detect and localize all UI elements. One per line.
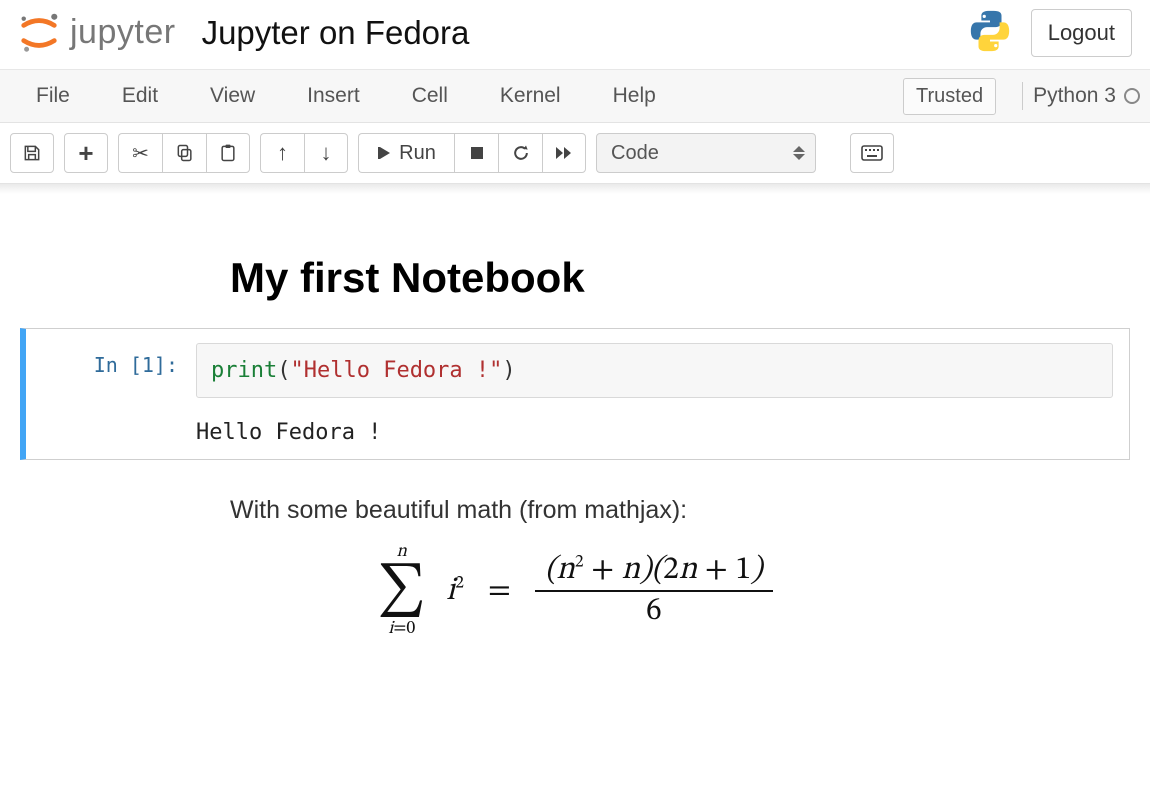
arrow-up-icon: ↑ [277, 140, 288, 166]
jupyter-icon [18, 12, 60, 54]
cut-button[interactable]: ✂ [118, 133, 162, 173]
scissors-icon: ✂ [132, 141, 149, 166]
run-button[interactable]: Run [358, 133, 454, 173]
code-token-fn: print [211, 358, 277, 383]
save-icon [22, 143, 42, 163]
menu-kernel[interactable]: Kernel [474, 74, 587, 118]
cut-copy-paste-group: ✂ [118, 133, 250, 173]
toolbar: + ✂ ↑ ↓ Run [0, 123, 1150, 184]
trusted-indicator[interactable]: Trusted [903, 78, 996, 115]
copy-icon [175, 143, 195, 163]
run-label: Run [399, 142, 436, 165]
paste-button[interactable] [206, 133, 250, 173]
jupyter-logo[interactable]: jupyter [18, 12, 176, 54]
sum-lower: i=0 [388, 620, 415, 640]
fast-forward-icon [554, 145, 574, 161]
command-palette-button[interactable] [850, 133, 894, 173]
notebook-title[interactable]: Jupyter on Fedora [202, 14, 470, 52]
plus-icon: + [78, 138, 93, 169]
stop-icon [469, 145, 485, 161]
keyboard-icon [861, 145, 883, 161]
menu-edit[interactable]: Edit [96, 74, 184, 118]
menu-insert[interactable]: Insert [281, 74, 386, 118]
jupyter-brand-text: jupyter [70, 13, 176, 52]
code-cell[interactable]: In [1]: print("Hello Fedora !") Hello Fe… [20, 328, 1130, 460]
copy-button[interactable] [162, 133, 206, 173]
restart-button[interactable] [498, 133, 542, 173]
restart-icon [511, 143, 531, 163]
code-token-close: ) [502, 358, 515, 383]
markdown-text[interactable]: With some beautiful math (from mathjax): [230, 496, 1130, 525]
header: jupyter Jupyter on Fedora Logout [0, 0, 1150, 70]
cell-output: Hello Fedora ! [196, 420, 1113, 445]
code-input[interactable]: print("Hello Fedora !") [196, 343, 1113, 398]
logout-button[interactable]: Logout [1031, 9, 1132, 57]
sigma-icon: ∑ [377, 563, 426, 620]
menubar: File Edit View Insert Cell Kernel Help T… [0, 70, 1150, 123]
arrow-down-icon: ↓ [321, 140, 332, 166]
move-group: ↑ ↓ [260, 133, 348, 173]
divider [1022, 82, 1023, 110]
kernel-status-idle-icon [1124, 88, 1140, 104]
markdown-heading[interactable]: My first Notebook [230, 254, 1130, 302]
cell-type-select[interactable]: Code [596, 133, 816, 173]
python-icon [967, 8, 1013, 57]
fraction: (n2 + n)(2n + 1) 6 [535, 551, 773, 631]
save-button[interactable] [10, 133, 54, 173]
code-token-open: ( [277, 358, 290, 383]
insert-cell-button[interactable]: + [64, 133, 108, 173]
math-display: n ∑ i=0 i2 = (n2 + n)(2n + 1) 6 [20, 543, 1130, 640]
menu-view[interactable]: View [184, 74, 281, 118]
numerator: (n2 + n)(2n + 1) [535, 551, 773, 590]
run-group: Run [358, 133, 586, 173]
run-icon [377, 145, 393, 161]
cell-type-value: Code [611, 142, 659, 165]
restart-run-all-button[interactable] [542, 133, 586, 173]
menu-help[interactable]: Help [587, 74, 682, 118]
sum-upper: n [397, 543, 407, 563]
select-caret-icon [793, 146, 805, 160]
move-down-button[interactable]: ↓ [304, 133, 348, 173]
kernel-name-label: Python 3 [1033, 84, 1116, 108]
denominator: 6 [636, 592, 672, 631]
menu-file[interactable]: File [10, 74, 96, 118]
input-prompt: In [1]: [26, 343, 196, 445]
equals: = [488, 574, 511, 609]
move-up-button[interactable]: ↑ [260, 133, 304, 173]
paste-icon [218, 143, 238, 163]
interrupt-button[interactable] [454, 133, 498, 173]
summand: i2 [446, 574, 464, 609]
code-token-str: "Hello Fedora !" [290, 358, 502, 383]
kernel-name[interactable]: Python 3 [1033, 84, 1140, 108]
notebook-area: My first Notebook In [1]: print("Hello F… [0, 194, 1150, 660]
menu-cell[interactable]: Cell [386, 74, 474, 118]
